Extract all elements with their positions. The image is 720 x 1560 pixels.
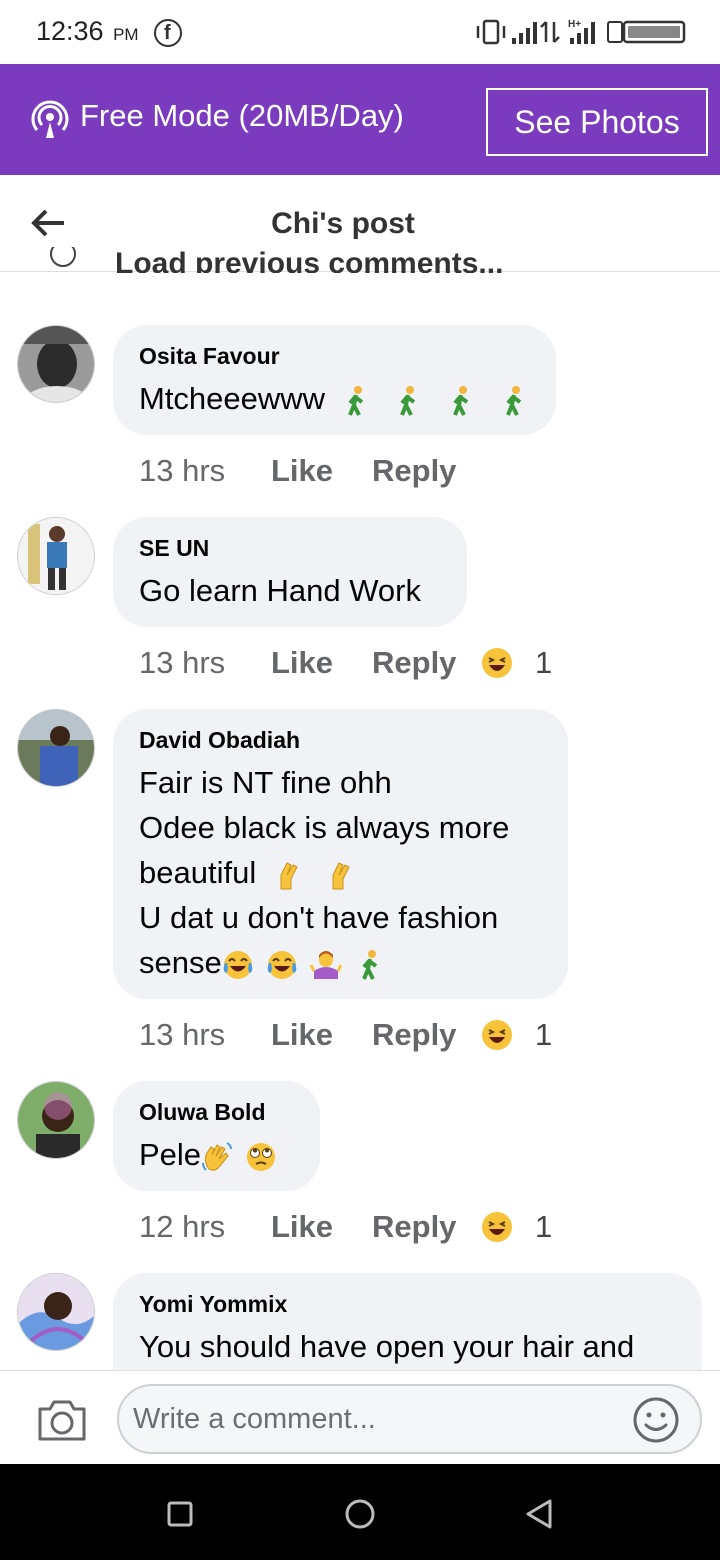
comment-input-bar bbox=[0, 1370, 720, 1464]
see-photos-button[interactable]: See Photos bbox=[486, 88, 708, 156]
comment-bubble: Yomi Yommix You should have open your ha… bbox=[113, 1273, 702, 1370]
comment-time: 12 hrs bbox=[139, 1209, 226, 1244]
comment-bubble: SE UN Go learn Hand Work bbox=[113, 517, 467, 627]
crossed-fingers-icon bbox=[280, 862, 298, 890]
comment-author[interactable]: David Obadiah bbox=[139, 727, 540, 754]
free-mode-banner: Free Mode (20MB/Day) See Photos bbox=[0, 64, 720, 175]
comment-time: 13 hrs bbox=[139, 1017, 226, 1052]
hplus-signal-icon: H+ bbox=[568, 19, 595, 44]
comment-bubble: Oluwa Bold Pele bbox=[113, 1081, 320, 1191]
camera-icon[interactable] bbox=[36, 1397, 88, 1443]
data-arrows-icon bbox=[540, 21, 560, 43]
comment-line: Pele bbox=[139, 1137, 202, 1172]
load-previous-comments[interactable]: Load previous comments... bbox=[0, 247, 720, 273]
comment-author[interactable]: SE UN bbox=[139, 535, 439, 562]
back-triangle-icon[interactable] bbox=[520, 1494, 560, 1534]
comment-text: You should have open your hair and bbox=[139, 1324, 674, 1369]
comment-time: 13 hrs bbox=[139, 645, 226, 680]
walking-person-icon bbox=[361, 949, 377, 980]
smile-icon[interactable] bbox=[632, 1396, 680, 1444]
comment-line: sense bbox=[139, 945, 222, 980]
walking-person-icon bbox=[347, 385, 363, 416]
haha-reaction-icon[interactable] bbox=[481, 647, 513, 679]
crossed-fingers-icon bbox=[332, 862, 351, 890]
comment-line: beautiful bbox=[139, 855, 257, 890]
facebook-icon: f bbox=[154, 19, 182, 47]
comment-line: U dat u don't have fashion bbox=[139, 900, 499, 935]
system-nav-bar bbox=[0, 1464, 720, 1560]
reaction-count: 1 bbox=[535, 1017, 553, 1052]
status-time-value: 12:36 bbox=[36, 16, 104, 46]
vibrate-icon bbox=[476, 19, 506, 45]
comment-author[interactable]: Yomi Yommix bbox=[139, 1291, 674, 1318]
battery-icon bbox=[607, 20, 686, 44]
recents-square-icon[interactable] bbox=[160, 1494, 200, 1534]
comment-line: Fair is NT fine ohh bbox=[139, 765, 392, 800]
comment-time: 13 hrs bbox=[139, 453, 226, 488]
tears-of-joy-icon bbox=[267, 950, 297, 979]
comment-line: Odee black is always more bbox=[139, 810, 510, 845]
reaction-count: 1 bbox=[535, 645, 553, 680]
like-button[interactable]: Like bbox=[271, 645, 333, 681]
like-button[interactable]: Like bbox=[271, 1209, 333, 1245]
comment-author[interactable]: Osita Favour bbox=[139, 343, 528, 370]
comment-text: Mtcheeewww bbox=[139, 376, 528, 421]
comment-text: Fair is NT fine ohh Odee black is always… bbox=[139, 760, 540, 985]
like-button[interactable]: Like bbox=[271, 1017, 333, 1053]
tears-of-joy-icon bbox=[223, 950, 253, 979]
avatar[interactable] bbox=[17, 1273, 95, 1351]
comment-line: Mtcheeewww bbox=[139, 381, 326, 416]
haha-reaction-icon[interactable] bbox=[481, 1211, 513, 1243]
avatar[interactable] bbox=[17, 1081, 95, 1159]
haha-reaction-icon[interactable] bbox=[481, 1019, 513, 1051]
status-bar: 12:36 PM f H+ bbox=[0, 0, 720, 64]
comment-author[interactable]: Oluwa Bold bbox=[139, 1099, 292, 1126]
reply-button[interactable]: Reply bbox=[372, 1209, 456, 1245]
comment-line: You should have open your hair and bbox=[139, 1329, 635, 1364]
comment-bubble: David Obadiah Fair is NT fine ohh Odee b… bbox=[113, 709, 568, 999]
walking-person-icon bbox=[400, 385, 416, 416]
load-previous-label: Load previous comments... bbox=[115, 247, 504, 273]
reply-button[interactable]: Reply bbox=[372, 1017, 456, 1053]
like-button[interactable]: Like bbox=[271, 453, 333, 489]
home-circle-icon[interactable] bbox=[340, 1494, 380, 1534]
avatar[interactable] bbox=[17, 709, 95, 787]
free-mode-broadcast-icon bbox=[31, 100, 69, 138]
person-shrugging-icon bbox=[309, 950, 342, 979]
load-previous-icon bbox=[50, 247, 76, 267]
reply-button[interactable]: Reply bbox=[372, 453, 456, 489]
page-title: Chi's post bbox=[271, 207, 415, 240]
comment-input[interactable] bbox=[117, 1384, 702, 1454]
comment-line: Go learn Hand Work bbox=[139, 573, 421, 608]
status-icons: H+ bbox=[476, 19, 686, 45]
reply-button[interactable]: Reply bbox=[372, 645, 456, 681]
status-time: 12:36 PM bbox=[36, 16, 139, 47]
avatar[interactable] bbox=[17, 325, 95, 403]
avatar[interactable] bbox=[17, 517, 95, 595]
comment-list: Osita Favour Mtcheeewww 13 hrs Like Repl… bbox=[0, 272, 720, 1370]
signal-icon bbox=[512, 22, 537, 44]
comment-line-wrap: beautiful bbox=[139, 850, 540, 895]
waving-hand-icon bbox=[202, 1141, 233, 1171]
reaction-count: 1 bbox=[535, 1209, 553, 1244]
walking-person-icon bbox=[505, 385, 521, 416]
free-mode-text: Free Mode (20MB/Day) bbox=[80, 98, 404, 133]
comment-line-wrap: sense bbox=[139, 940, 540, 985]
comment-text: Pele bbox=[139, 1132, 292, 1177]
status-time-ampm: PM bbox=[113, 25, 139, 44]
comment-text: Go learn Hand Work bbox=[139, 568, 439, 613]
walking-person-icon bbox=[453, 385, 469, 416]
comment-bubble: Osita Favour Mtcheeewww bbox=[113, 325, 556, 435]
svg-text:H+: H+ bbox=[568, 19, 581, 30]
face-with-rolling-eyes-icon bbox=[247, 1142, 276, 1171]
